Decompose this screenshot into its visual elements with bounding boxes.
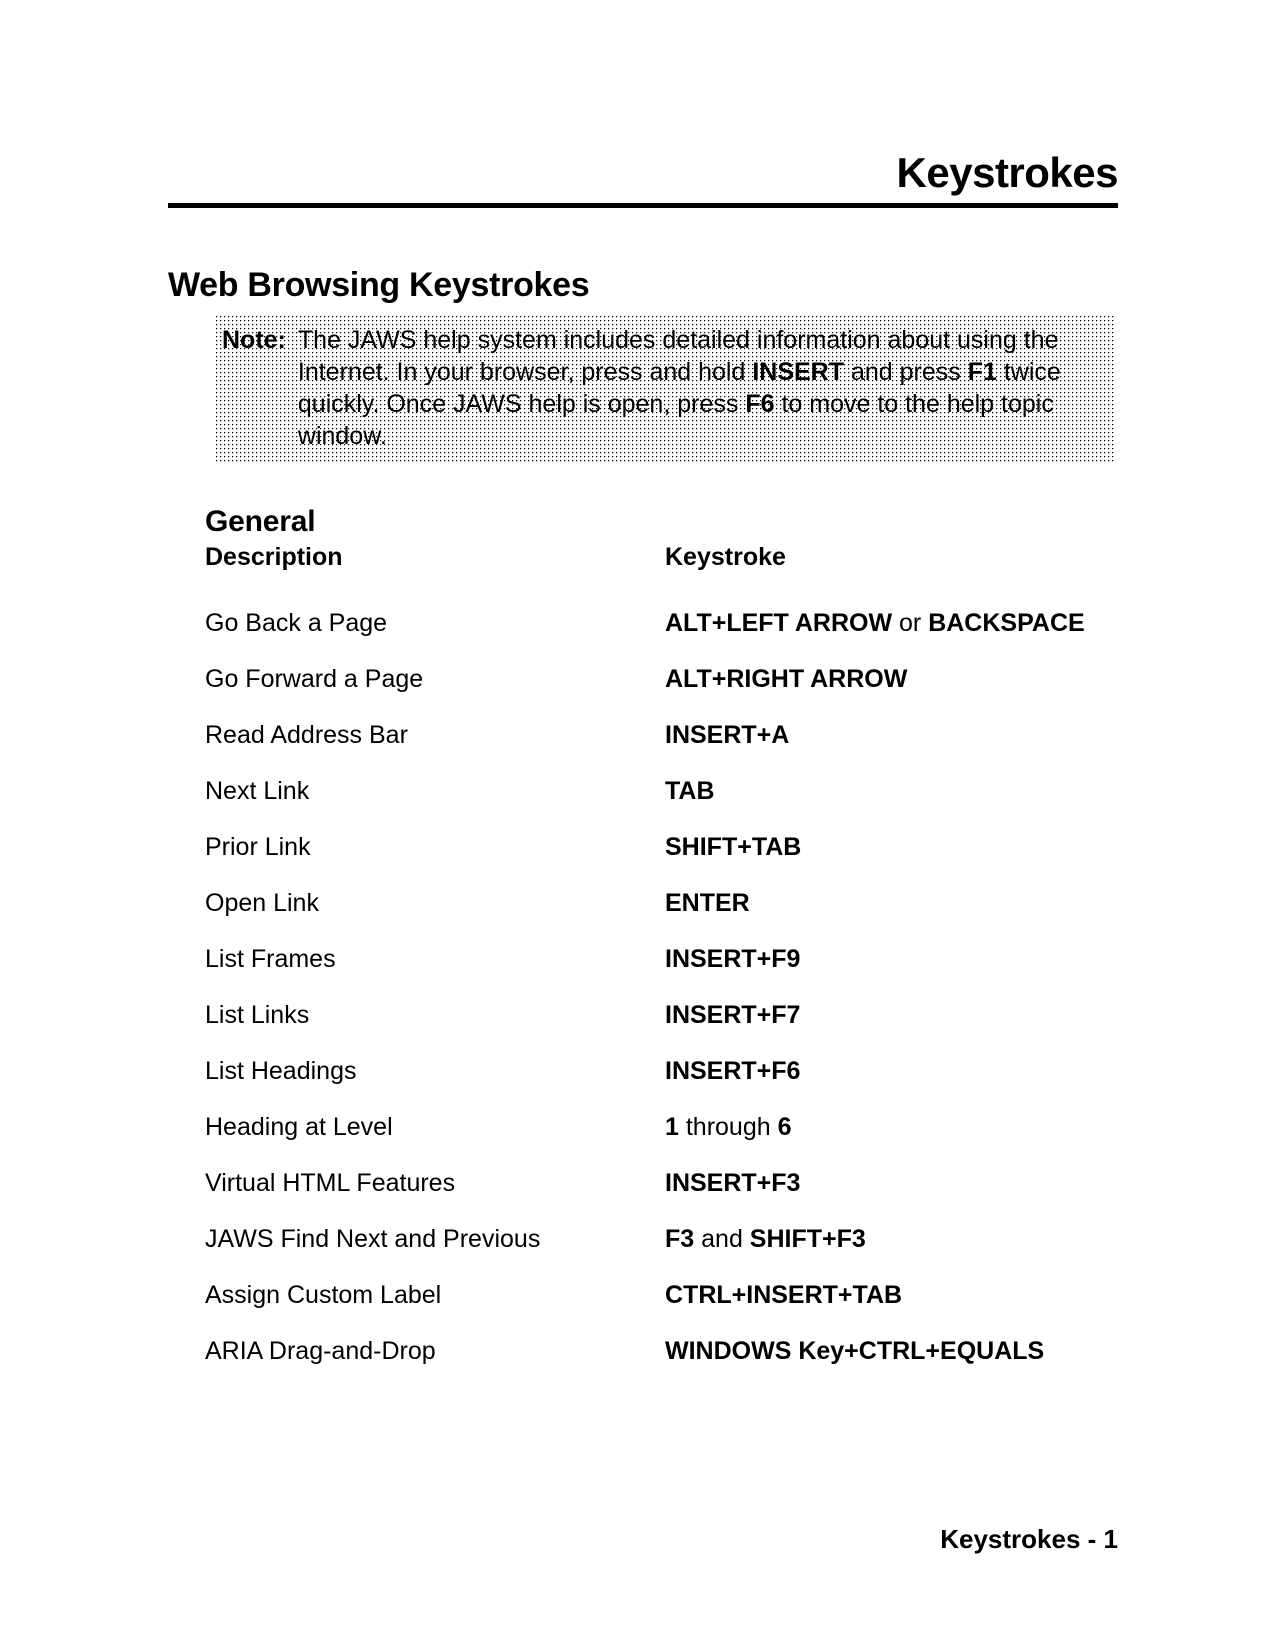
- table-row: Go Forward a Page ALT+RIGHT ARROW: [205, 662, 1115, 696]
- cell-description: Heading at Level: [205, 1113, 393, 1141]
- page-footer-text: Keystrokes - 1: [940, 1524, 1118, 1554]
- table-row: Open Link ENTER: [205, 886, 1115, 920]
- cell-keystroke: TAB: [665, 777, 715, 805]
- cell-keystroke: 1 through 6: [665, 1113, 792, 1141]
- running-header: Keystrokes: [168, 148, 1119, 198]
- cell-keystroke: SHIFT+TAB: [665, 833, 802, 861]
- note-callout-inner: Note: The JAWS help system includes deta…: [216, 324, 1114, 452]
- keystroke-table: Description Keystroke Go Back a Page ALT+…: [205, 540, 1115, 1390]
- cell-description: Read Address Bar: [205, 721, 408, 749]
- cell-description: List Frames: [205, 945, 336, 973]
- cell-description: Open Link: [205, 889, 319, 917]
- cell-description: Next Link: [205, 777, 310, 805]
- cell-description: List Headings: [205, 1057, 357, 1085]
- column-header-keystroke: Keystroke: [665, 543, 786, 571]
- cell-description: Assign Custom Label: [205, 1281, 442, 1309]
- note-body: The JAWS help system includes detailed i…: [297, 326, 1061, 450]
- table-row: List Frames INSERT+F9: [205, 942, 1115, 976]
- page-footer: Keystrokes - 1: [168, 1522, 1118, 1556]
- table-row: ARIA Drag-and-Drop WINDOWS Key+CTRL+EQUAL…: [205, 1334, 1115, 1368]
- table-row: Heading at Level 1 through 6: [205, 1110, 1115, 1144]
- header-rule-divider: [168, 203, 1118, 208]
- cell-description: ARIA Drag-and-Drop: [205, 1337, 436, 1365]
- table-row: JAWS Find Next and Previous F3 and SHIFT+…: [205, 1222, 1115, 1256]
- cell-description: Virtual HTML Features: [205, 1169, 456, 1197]
- cell-keystroke: CTRL+INSERT+TAB: [665, 1281, 903, 1309]
- cell-keystroke: ENTER: [665, 889, 750, 917]
- table-row: List Headings INSERT+F6: [205, 1054, 1115, 1088]
- subsection-heading-general: General: [205, 504, 316, 538]
- cell-keystroke: F3 and SHIFT+F3: [665, 1225, 866, 1253]
- cell-description: Go Forward a Page: [205, 665, 424, 693]
- cell-keystroke: INSERT+A: [665, 721, 790, 749]
- cell-keystroke: INSERT+F6: [665, 1057, 801, 1085]
- table-row: Assign Custom Label CTRL+INSERT+TAB: [205, 1278, 1115, 1312]
- table-row: Next Link TAB: [205, 774, 1115, 808]
- table-body: Go Back a Page ALT+LEFT ARROW or BACKSPAC…: [205, 606, 1115, 1368]
- table-row: Read Address Bar INSERT+A: [205, 718, 1115, 752]
- table-row: List Links INSERT+F7: [205, 998, 1115, 1032]
- cell-keystroke: INSERT+F3: [665, 1169, 801, 1197]
- note-label: Note:: [222, 326, 286, 354]
- cell-keystroke: INSERT+F7: [665, 1001, 801, 1029]
- cell-description: JAWS Find Next and Previous: [205, 1225, 541, 1253]
- document-page: Keystrokes Web Browsing Keystrokes Note:…: [0, 0, 1275, 1650]
- column-header-description: Description: [205, 543, 343, 571]
- cell-keystroke: ALT+LEFT ARROW or BACKSPACE: [665, 609, 1085, 637]
- table-header-row: Description Keystroke: [205, 540, 1115, 574]
- note-callout: Note: The JAWS help system includes deta…: [216, 316, 1114, 462]
- cell-keystroke: ALT+RIGHT ARROW: [665, 665, 908, 693]
- cell-keystroke: WINDOWS Key+CTRL+EQUALS: [665, 1337, 1045, 1365]
- cell-description: Prior Link: [205, 833, 311, 861]
- running-header-title: Keystrokes: [896, 149, 1119, 196]
- page-title: Web Browsing Keystrokes: [168, 265, 590, 304]
- table-row: Go Back a Page ALT+LEFT ARROW or BACKSPAC…: [205, 606, 1115, 640]
- cell-description: Go Back a Page: [205, 609, 388, 637]
- cell-description: List Links: [205, 1001, 310, 1029]
- table-row: Virtual HTML Features INSERT+F3: [205, 1166, 1115, 1200]
- table-row: Prior Link SHIFT+TAB: [205, 830, 1115, 864]
- cell-keystroke: INSERT+F9: [665, 945, 801, 973]
